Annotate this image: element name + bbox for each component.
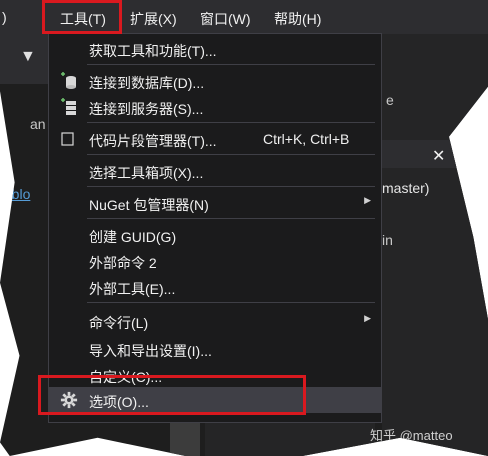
gear-icon xyxy=(59,391,79,409)
menu-item-label: 自定义(C)... xyxy=(89,369,163,385)
menu-item-label: 创建 GUID(G) xyxy=(89,229,177,245)
submenu-arrow-icon: ▶ xyxy=(364,195,371,205)
menu-item-label: 导入和导出设置(I)... xyxy=(89,343,212,359)
menu-item-choose-toolbox[interactable]: 选择工具箱项(X)... xyxy=(49,158,381,184)
pin-icon: ▼ xyxy=(20,48,36,65)
right-panel xyxy=(382,34,488,456)
editor-link-fragment[interactable]: e/blo xyxy=(0,186,30,202)
menu-separator xyxy=(87,122,375,123)
menu-item-label: 选择工具箱项(X)... xyxy=(89,165,204,181)
bottom-panel-right xyxy=(205,420,375,456)
menu-item-create-guid[interactable]: 创建 GUID(G) xyxy=(49,222,381,248)
menu-item-label: 外部命令 2 xyxy=(89,255,157,271)
bottom-panel-left xyxy=(170,420,200,456)
menu-item-import-export-settings[interactable]: 导入和导出设置(I)... xyxy=(49,336,381,362)
menu-bar: ) 工具(T) 扩展(X) 窗口(W) 帮助(H) xyxy=(0,0,488,34)
database-connect-icon xyxy=(59,72,79,90)
close-panel-icon[interactable]: ✕ xyxy=(432,146,445,166)
server-connect-icon xyxy=(59,98,79,116)
menu-item-external-command-2[interactable]: 外部命令 2 xyxy=(49,248,381,274)
editor-code-fragment: an xyxy=(30,116,46,132)
menu-separator xyxy=(87,64,375,65)
menu-window[interactable]: 窗口(W) xyxy=(200,9,251,29)
ide-window: ▼ an e/blo e ✕ master) in ) 工具(T) 扩展(X) … xyxy=(0,0,488,456)
menu-item-connect-database[interactable]: 连接到数据库(D)... xyxy=(49,68,381,94)
tools-menu: 获取工具和功能(T)... 连接到数据库(D)... 连接到服务器(S)... … xyxy=(48,33,382,423)
checkbox-icon xyxy=(59,130,79,148)
menu-item-code-snippets[interactable]: 代码片段管理器(T)... Ctrl+K, Ctrl+B xyxy=(49,126,381,152)
submenu-arrow-icon: ▶ xyxy=(364,313,371,323)
branch-label: master) xyxy=(382,180,430,196)
menu-separator xyxy=(87,302,375,303)
menu-item-label: 代码片段管理器(T)... xyxy=(89,133,217,149)
menu-item-shortcut: Ctrl+K, Ctrl+B xyxy=(263,131,350,147)
menu-separator xyxy=(87,186,375,187)
right-panel-letter: e xyxy=(386,92,394,108)
menu-item-connect-server[interactable]: 连接到服务器(S)... xyxy=(49,94,381,120)
menu-extensions[interactable]: 扩展(X) xyxy=(130,9,177,29)
menu-item-label: NuGet 包管理器(N) xyxy=(89,197,209,213)
menu-help[interactable]: 帮助(H) xyxy=(274,9,321,29)
menu-tools[interactable]: 工具(T) xyxy=(60,9,106,29)
menu-item-options[interactable]: 选项(O)... xyxy=(49,387,381,413)
menu-item-nuget[interactable]: NuGet 包管理器(N) ▶ xyxy=(49,190,381,216)
menu-item-customize[interactable]: 自定义(C)... xyxy=(49,362,381,388)
panel-text-fragment: in xyxy=(382,232,393,248)
menu-separator xyxy=(87,154,375,155)
menubar-prefix: ) xyxy=(2,9,7,25)
menu-item-label: 外部工具(E)... xyxy=(89,281,176,297)
menu-item-label: 命令行(L) xyxy=(89,315,149,331)
menu-item-label: 选项(O)... xyxy=(89,394,149,410)
menu-item-external-tools[interactable]: 外部工具(E)... xyxy=(49,274,381,300)
menu-separator xyxy=(87,218,375,219)
menu-item-label: 连接到数据库(D)... xyxy=(89,75,205,91)
menu-item-label: 连接到服务器(S)... xyxy=(89,101,204,117)
menu-item-get-tools[interactable]: 获取工具和功能(T)... xyxy=(49,36,381,62)
watermark: 知乎 @matteo xyxy=(370,428,453,443)
menu-item-label: 获取工具和功能(T)... xyxy=(89,43,217,59)
menu-item-command-line[interactable]: 命令行(L) ▶ xyxy=(49,308,381,334)
